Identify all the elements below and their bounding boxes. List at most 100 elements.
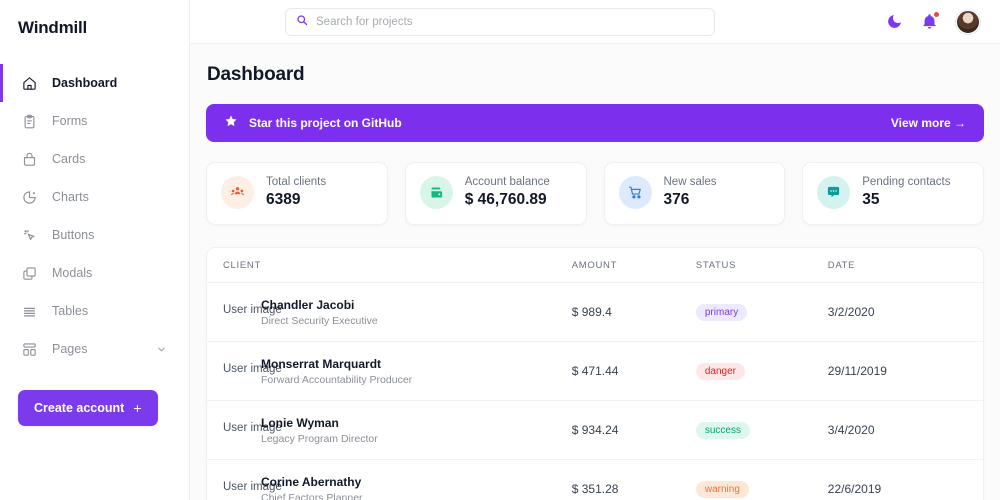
banner-text: Star this project on GitHub (249, 116, 402, 130)
amount-value: $ 351.28 (571, 482, 619, 496)
search-input[interactable] (316, 15, 704, 28)
create-account-button[interactable]: Create account + (18, 390, 158, 426)
table-row[interactable]: User image Chandler Jacobi Direct Security… (207, 282, 983, 342)
table-head: CLIENT AMOUNT STATUS DATE (207, 248, 983, 283)
status-badge: warning (695, 480, 749, 498)
client-role: Forward Accountability Producer (261, 374, 413, 386)
date-value: 29/11/2019 (827, 364, 887, 378)
search-box[interactable] (285, 7, 715, 36)
cell-date: 22/6/2019 (827, 459, 983, 500)
table-header-row: CLIENT AMOUNT STATUS DATE (207, 248, 983, 283)
content: Dashboard Star this project on GitHub Vi… (190, 44, 1000, 500)
cell-status: primary (695, 282, 828, 342)
stat-value: 6389 (266, 191, 301, 208)
sidebar-item-label: Cards (52, 152, 86, 166)
table-icon (21, 303, 38, 320)
stat-value: $ 46,760.89 (464, 191, 547, 208)
create-account-wrap: Create account + (0, 368, 189, 426)
cell-date: 3/4/2020 (827, 400, 983, 460)
clipboard-icon (21, 113, 38, 130)
client-text: Chandler Jacobi Direct Security Executive (261, 298, 378, 327)
cursor-click-icon (21, 227, 38, 244)
sidebar-item-modals[interactable]: Modals (0, 254, 189, 292)
page-title: Dashboard (207, 64, 305, 85)
table-body: User image Chandler Jacobi Direct Security… (207, 282, 983, 500)
sidebar-item-label: Tables (52, 304, 89, 318)
client-role: Chief Factors Planner (261, 492, 363, 500)
table-row[interactable]: User image Corine Abernathy Chief Factors … (207, 459, 983, 500)
sidebar-item-label: Modals (52, 266, 93, 280)
banner-left: Star this project on GitHub (224, 114, 402, 133)
view-more-link[interactable]: View more → (891, 116, 966, 130)
stat-label: Pending contacts (862, 176, 951, 188)
modal-icon (21, 265, 38, 282)
github-banner[interactable]: Star this project on GitHub View more → (206, 104, 984, 142)
bell-icon[interactable] (921, 11, 940, 30)
sidebar-nav: Dashboard Forms Cards Charts Buttons Modals Ta… (0, 64, 189, 368)
cell-client: User image Corine Abernathy Chief Factors … (207, 459, 572, 500)
client-role: Direct Security Executive (261, 315, 378, 327)
wallet-icon (419, 176, 453, 209)
client-cell: User image Lonie Wyman Legacy Program Dire… (223, 415, 572, 445)
sidebar-item-label: Buttons (52, 228, 95, 242)
sidebar-item-dashboard[interactable]: Dashboard (0, 64, 189, 102)
clients-table-card: CLIENT AMOUNT STATUS DATE User image Chan… (206, 247, 984, 500)
avatar[interactable] (956, 9, 980, 34)
cell-client: User image Lonie Wyman Legacy Program Dire… (207, 400, 572, 460)
cell-status: danger (695, 341, 828, 401)
people-icon (221, 176, 254, 209)
app-root: Windmill Dashboard Forms Cards Charts Button… (0, 0, 1000, 500)
sidebar-item-label: Dashboard (52, 76, 118, 90)
topbar (190, 0, 1000, 44)
create-account-label: Create account (34, 401, 125, 415)
table-row[interactable]: User image Monserrat Marquardt Forward Acc… (207, 341, 983, 401)
cell-amount: $ 351.28 (571, 459, 696, 500)
stat-label: Total clients (266, 176, 327, 188)
stat-value: 35 (862, 191, 880, 208)
client-text: Lonie Wyman Legacy Program Director (261, 416, 378, 445)
sidebar-item-pages[interactable]: Pages (0, 330, 189, 368)
stat-body: Account balance $ 46,760.89 (465, 176, 550, 209)
main-area: Dashboard Star this project on GitHub Vi… (190, 0, 1000, 500)
search-icon (296, 13, 308, 31)
stat-value: 376 (663, 191, 690, 208)
client-name: Monserrat Marquardt (261, 357, 382, 371)
brand-logo: Windmill (18, 18, 88, 37)
table-row[interactable]: User image Lonie Wyman Legacy Program Dire… (207, 400, 983, 460)
sidebar-item-tables[interactable]: Tables (0, 292, 189, 330)
cell-status: warning (695, 459, 828, 500)
stat-label: Account balance (464, 176, 550, 188)
pages-icon (21, 341, 38, 358)
sidebar-item-label: Charts (52, 190, 89, 204)
stat-body: New sales 376 (664, 176, 717, 209)
cell-amount: $ 989.4 (571, 282, 696, 342)
sidebar-item-charts[interactable]: Charts (0, 178, 189, 216)
status-badge: success (695, 421, 750, 439)
amount-value: $ 934.24 (571, 423, 619, 437)
stat-cards: Total clients 6389 Account balance $ 46,760… (206, 162, 984, 225)
notification-badge (933, 11, 940, 18)
search-wrap (285, 7, 715, 36)
sidebar-item-cards[interactable]: Cards (0, 140, 189, 178)
stat-card-pending-contacts: Pending contacts 35 (802, 162, 984, 225)
cell-amount: $ 934.24 (571, 400, 696, 460)
client-text: Monserrat Marquardt Forward Accountabilit… (261, 357, 412, 386)
cell-client: User image Monserrat Marquardt Forward Acc… (207, 341, 572, 401)
star-icon (224, 114, 238, 133)
plus-icon: + (133, 400, 142, 416)
cell-amount: $ 471.44 (571, 341, 696, 401)
chevron-down-icon[interactable] (156, 344, 167, 355)
column-header-client: CLIENT (207, 248, 572, 283)
client-cell: User image Monserrat Marquardt Forward Acc… (223, 356, 572, 386)
pie-chart-icon (21, 189, 38, 206)
moon-icon[interactable] (886, 13, 903, 30)
cell-date: 3/2/2020 (827, 282, 983, 342)
column-header-date: DATE (827, 248, 983, 283)
status-badge: primary (695, 303, 748, 321)
status-badge: danger (695, 362, 746, 380)
cell-client: User image Chandler Jacobi Direct Security… (207, 282, 572, 342)
sidebar-item-buttons[interactable]: Buttons (0, 216, 189, 254)
client-cell: User image Corine Abernathy Chief Factors … (223, 474, 572, 500)
column-header-amount: AMOUNT (571, 248, 696, 283)
sidebar-item-forms[interactable]: Forms (0, 102, 189, 140)
